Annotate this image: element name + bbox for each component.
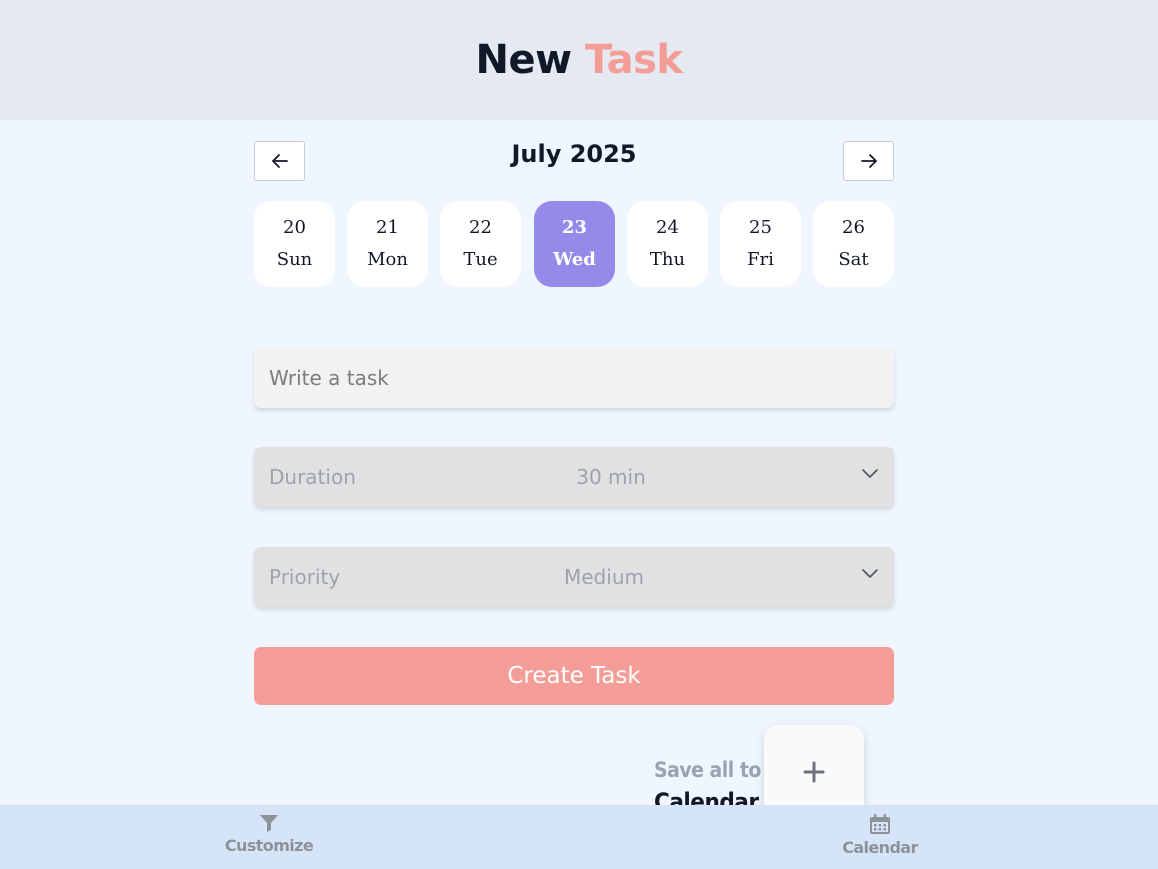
day-card-mon[interactable]: 21 Mon [347, 201, 428, 287]
day-card-sat[interactable]: 26 Sat [813, 201, 894, 287]
day-card-wed-selected[interactable]: 23 Wed [534, 201, 615, 287]
day-card-thu[interactable]: 24 Thu [627, 201, 708, 287]
day-weekday: Thu [649, 249, 686, 270]
week-day-picker: 20 Sun 21 Mon 22 Tue 23 Wed 24 Thu 25 Fr… [254, 201, 894, 287]
next-week-button[interactable] [843, 141, 894, 181]
task-input[interactable] [254, 348, 894, 408]
day-number: 25 [749, 217, 772, 238]
title-part-new: New [475, 37, 572, 83]
day-weekday: Sat [838, 249, 869, 270]
create-task-button[interactable]: Create Task [254, 647, 894, 705]
priority-value: Medium [564, 565, 644, 589]
chevron-down-icon [862, 469, 878, 478]
day-weekday: Tue [463, 249, 498, 270]
month-navigator: July 2025 [254, 136, 894, 186]
duration-select[interactable]: Duration 30 min [254, 447, 894, 507]
month-label: July 2025 [511, 140, 637, 168]
day-number: 26 [842, 217, 865, 238]
nav-calendar[interactable]: Calendar [840, 813, 920, 857]
day-weekday: Wed [553, 249, 596, 270]
calendar-icon [870, 814, 890, 834]
duration-value: 30 min [576, 465, 646, 489]
save-line1: Save all to [654, 758, 761, 782]
nav-calendar-label: Calendar [842, 838, 918, 857]
day-number: 22 [469, 217, 492, 238]
day-card-tue[interactable]: 22 Tue [440, 201, 521, 287]
title-part-task: Task [584, 37, 683, 83]
day-number: 23 [561, 217, 588, 238]
day-card-sun[interactable]: 20 Sun [254, 201, 335, 287]
page-title: New Task [475, 37, 683, 83]
day-number: 20 [283, 217, 306, 238]
day-weekday: Fri [747, 249, 774, 270]
arrow-right-icon [860, 154, 877, 168]
day-weekday: Sun [276, 249, 313, 270]
filter-icon [260, 815, 278, 832]
plus-icon [803, 761, 825, 783]
nav-customize[interactable]: Customize [224, 813, 314, 855]
priority-select[interactable]: Priority Medium [254, 547, 894, 607]
chevron-down-icon [862, 569, 878, 578]
day-number: 24 [656, 217, 679, 238]
day-number: 21 [376, 217, 399, 238]
day-card-fri[interactable]: 25 Fri [720, 201, 801, 287]
app-header: New Task [0, 0, 1158, 120]
bottom-navigation: Customize Calendar [0, 805, 1158, 869]
nav-customize-label: Customize [224, 836, 314, 855]
day-weekday: Mon [367, 249, 408, 270]
